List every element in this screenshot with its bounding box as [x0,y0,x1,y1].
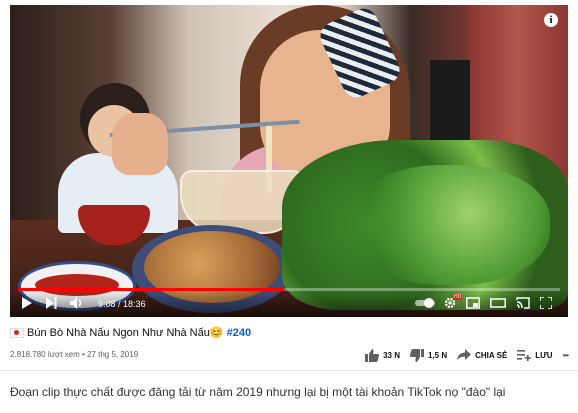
video-player[interactable]: i 9:08 / 18:36 HD [10,5,568,317]
video-title: Bún Bò Nhà Nấu Ngon Như Nhà Nấu😊 #240 [10,326,570,344]
save-button[interactable]: LƯU [517,349,553,361]
cast-icon[interactable] [516,297,530,309]
video-meta: 2.818.780 lượt xem • 27 thg 5, 2019 [10,350,138,359]
share-arrow-icon [457,349,472,361]
video-frame-hand [112,113,168,175]
publish-date: 27 thg 5, 2019 [87,350,139,359]
divider [0,370,578,371]
volume-icon[interactable] [70,297,84,309]
save-label: LƯU [535,350,553,360]
like-button[interactable]: 33 N [365,348,400,362]
video-title-text: Bún Bò Nhà Nấu Ngon Như Nhà Nấu [27,327,210,339]
japan-flag-icon [10,328,24,339]
next-icon[interactable] [46,297,57,309]
play-icon[interactable] [22,297,32,309]
time-separator: / [115,299,124,309]
dislike-button[interactable]: 1,5 N [410,348,448,362]
more-actions-icon[interactable]: ••• [563,351,569,360]
hd-badge: HD [453,294,463,300]
autoplay-toggle[interactable] [414,297,436,309]
theater-mode-icon[interactable] [490,297,506,309]
hashtag-link[interactable]: #240 [227,327,251,339]
info-icon[interactable]: i [544,13,558,27]
video-frame-herbs-highlight [350,165,550,285]
thumbs-down-icon [410,348,424,362]
current-time: 9:08 [98,299,116,309]
view-count: 2.818.780 lượt xem [10,350,80,359]
playlist-add-icon [517,349,532,361]
fullscreen-icon[interactable] [540,297,552,309]
share-button[interactable]: CHIA SẺ [457,349,507,361]
dislike-count: 1,5 N [428,350,448,360]
smile-emoji: 😊 [209,327,224,339]
player-controls: 9:08 / 18:36 HD [10,291,568,317]
thumbs-up-icon [365,348,380,362]
share-label: CHIA SẺ [475,350,508,360]
time-display: 9:08 / 18:36 [98,299,146,309]
article-caption: Đoạn clip thực chất được đăng tải từ năm… [10,385,506,399]
duration: 18:36 [123,299,146,309]
like-count: 33 N [383,350,400,360]
youtube-video-card: i 9:08 / 18:36 HD Bún Bò Nhà Nấu Ngon Nh… [0,0,578,413]
miniplayer-icon[interactable] [466,297,480,309]
video-actions: 33 N 1,5 N CHIA SẺ LƯU ••• [365,347,569,363]
meta-separator: • [79,350,87,359]
settings-icon[interactable]: HD [444,294,463,309]
